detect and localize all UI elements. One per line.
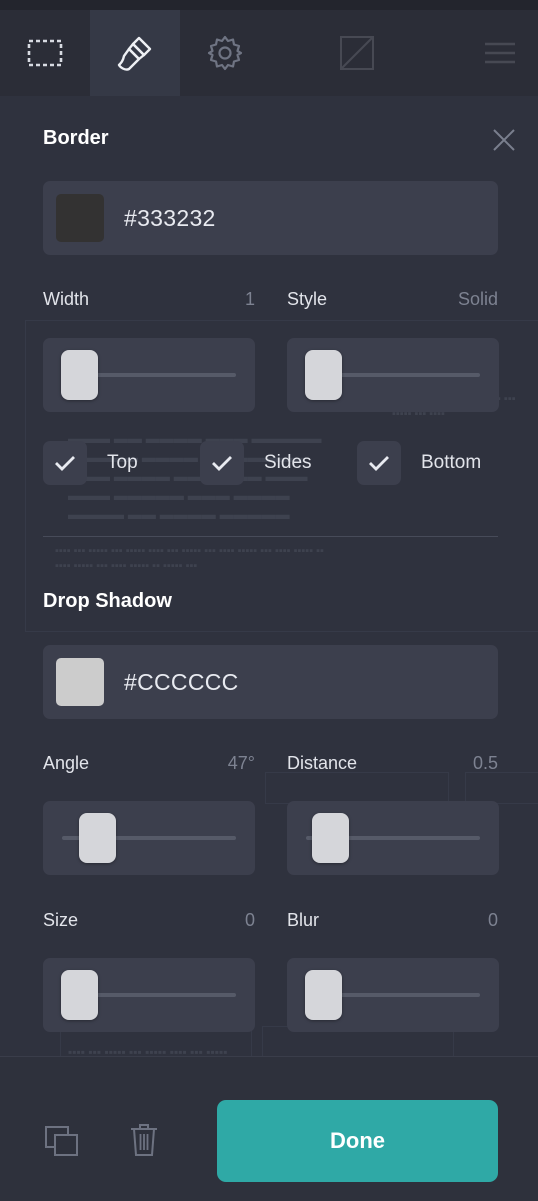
shadow-distance-value: 0.5 <box>472 753 498 773</box>
border-style-value: Solid <box>457 289 498 309</box>
shadow-angle-label: Angle <box>43 753 90 773</box>
shadow-blur-slider[interactable] <box>287 958 499 1032</box>
slider-thumb[interactable] <box>312 813 349 863</box>
checkbox-top-box[interactable] <box>43 441 87 485</box>
checkbox-sides-label: Sides <box>264 452 312 473</box>
selection-marquee-icon <box>27 39 63 67</box>
border-color-swatch[interactable] <box>56 194 104 242</box>
shadow-distance-label: Distance <box>287 753 358 773</box>
checkbox-bottom-box[interactable] <box>357 441 401 485</box>
image-icon <box>340 36 374 70</box>
border-style-label: Style <box>287 289 328 309</box>
shadow-blur-label: Blur <box>287 910 320 930</box>
shadow-blur-value: 0 <box>487 910 498 930</box>
shadow-angle-slider[interactable] <box>43 801 255 875</box>
menu-icon <box>485 42 515 64</box>
slider-thumb[interactable] <box>61 970 98 1020</box>
editor-toolbar <box>0 10 538 96</box>
selection-tool-button[interactable] <box>0 10 90 96</box>
checkbox-bottom-label: Bottom <box>421 452 482 473</box>
shadow-color-swatch[interactable] <box>56 658 104 706</box>
border-style-slider[interactable] <box>287 338 499 412</box>
shadow-size-slider[interactable] <box>43 958 255 1032</box>
shadow-color-hex: #CCCCCC <box>124 669 239 695</box>
slider-thumb[interactable] <box>305 970 342 1020</box>
checkbox-sides-box[interactable] <box>200 441 244 485</box>
paintbrush-icon <box>117 36 152 71</box>
shadow-size-label: Size <box>43 910 79 930</box>
done-button[interactable]: Done <box>217 1100 498 1182</box>
slider-thumb[interactable] <box>305 350 342 400</box>
border-width-label: Width <box>43 289 90 309</box>
duplicate-icon[interactable] <box>44 1124 80 1158</box>
checkbox-top-label: Top <box>107 452 138 473</box>
shadow-color-field[interactable]: #CCCCCC <box>43 645 498 719</box>
checkbox-sides[interactable]: Sides <box>200 440 312 486</box>
menu-tool-button[interactable] <box>455 10 538 96</box>
checkmark-icon <box>55 456 75 471</box>
settings-tool-button[interactable] <box>180 10 270 96</box>
checkbox-bottom[interactable]: Bottom <box>357 440 481 486</box>
background-ghost-text: ▪▪▪▪ ▪▪▪ ▪▪▪▪▪ ▪▪▪ ▪▪▪▪▪ ▪▪▪▪ ▪▪▪ ▪▪▪▪▪ … <box>55 545 324 572</box>
paintbrush-tool-button[interactable] <box>90 10 180 96</box>
close-icon[interactable] <box>490 126 518 154</box>
slider-thumb[interactable] <box>79 813 116 863</box>
checkmark-icon <box>212 456 232 471</box>
top-strip <box>0 0 538 10</box>
border-color-field[interactable]: #333232 <box>43 181 498 255</box>
shadow-angle-value: 47° <box>227 753 255 773</box>
slider-thumb[interactable] <box>61 350 98 400</box>
section-divider <box>43 536 498 537</box>
checkmark-icon <box>369 456 389 471</box>
background-ghost-field <box>265 772 449 804</box>
border-width-slider[interactable] <box>43 338 255 412</box>
background-ghost-field <box>465 772 538 804</box>
checkbox-top[interactable]: Top <box>43 440 138 486</box>
image-tool-button[interactable] <box>312 10 402 96</box>
shadow-size-value: 0 <box>244 910 255 930</box>
drop-shadow-section-title: Drop Shadow <box>43 590 172 612</box>
border-color-hex: #333232 <box>124 205 216 231</box>
gear-icon <box>207 35 243 71</box>
border-width-value: 1 <box>244 289 255 309</box>
trash-icon[interactable] <box>128 1122 160 1158</box>
shadow-distance-slider[interactable] <box>287 801 499 875</box>
border-section-title: Border <box>43 127 109 149</box>
